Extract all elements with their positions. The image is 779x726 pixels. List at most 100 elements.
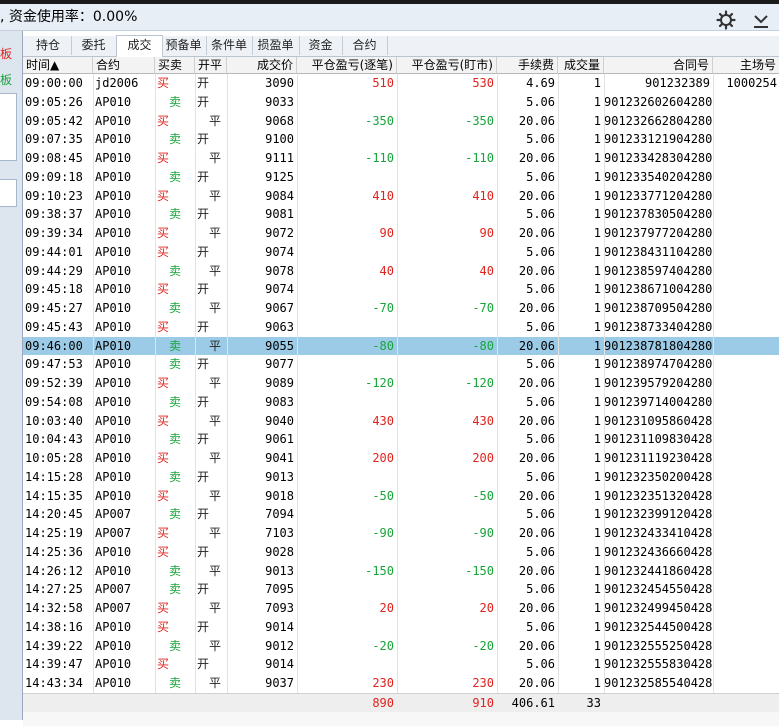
cell-contract: AP010 xyxy=(95,151,132,165)
left-panel-box[interactable] xyxy=(0,93,17,161)
cell-price: 9028 xyxy=(265,544,294,559)
cell-price: 9037 xyxy=(265,676,294,690)
header-col-fee[interactable]: 手续费 xyxy=(497,57,558,74)
table-row[interactable]: 10:04:43AP010卖开90615.0619012311098304280… xyxy=(23,430,779,449)
table-row[interactable]: 09:45:18 AP010 买 开 9074 5.06 19012386710042801… xyxy=(23,280,779,299)
cell-price: 9063 xyxy=(265,319,294,334)
table-row[interactable]: 09:08:45 AP010 买平 9111 -110 -110 20.06 1 9012334… xyxy=(23,149,779,168)
cell-qty: 1 xyxy=(593,94,601,109)
header-col-side[interactable]: 买卖 xyxy=(155,57,195,74)
table-row[interactable]: 09:45:27 AP010 卖平 9067 -70 -70 20.06 1 901238709… xyxy=(23,299,779,318)
cell-pnl-mark xyxy=(397,505,497,524)
cell-order-no: 9012323513204280366754 xyxy=(604,488,713,503)
table-row[interactable]: 10:05:28 AP010 买平 9041 200 200 20.06 1 901231119… xyxy=(23,449,779,468)
header-col-price[interactable]: 成交价 xyxy=(227,57,297,74)
table-row[interactable]: 14:26:12 AP010 卖平 9013 -150 -150 20.06 1 9012324… xyxy=(23,562,779,581)
cell-order-no: 9012323991204280375642 xyxy=(604,507,713,522)
tab-stop-orders[interactable]: 损盈单 xyxy=(252,36,300,55)
cell-qty: 1 xyxy=(593,488,601,503)
table-row[interactable]: 14:27:25AP007卖开70955.0619012324545504280… xyxy=(23,580,779,599)
cell-fee: 20.06 xyxy=(518,451,555,465)
table-row[interactable]: 14:43:34 AP010 卖平 9037 230 230 20.06 1 901232585… xyxy=(23,674,779,693)
table-row[interactable]: 14:32:58 AP007 买平 7093 20 20 20.06 1 90123249945… xyxy=(23,599,779,618)
table-row[interactable]: 14:25:19 AP007 买平 7103 -90 -90 20.06 1 901232433… xyxy=(23,524,779,543)
cell-contract: AP010 xyxy=(95,676,132,690)
cell-fee: 5.06 xyxy=(526,469,555,484)
cell-price: 9081 xyxy=(265,207,294,222)
download-icon[interactable] xyxy=(751,10,771,30)
header-col-pnl-mark-to-market[interactable]: 平仓盈亏(盯市) xyxy=(397,57,497,74)
table-row[interactable]: 09:47:53AP010卖开90775.0619012389747042801… xyxy=(23,355,779,374)
header-col-pnl-per-trade[interactable]: 平仓盈亏(逐笔) xyxy=(297,57,397,74)
cell-time: 09:07:35 xyxy=(25,132,83,147)
table-row[interactable]: 09:10:23 AP010 买平 9084 410 410 20.06 1 901233771… xyxy=(23,187,779,206)
cell-exch-no xyxy=(713,599,779,618)
column-divider xyxy=(297,74,298,711)
header-col-order-number[interactable]: 合同号 xyxy=(604,57,713,74)
cell-order-no: 9012324366604280382981 xyxy=(604,544,713,559)
cell-contract: AP010 xyxy=(95,619,132,634)
tab-positions[interactable]: 持仓 xyxy=(25,36,72,55)
cell-exch-no xyxy=(713,112,779,131)
table-row[interactable]: 09:00:00 jd2006 买 开 3090 510 530 4.69 1 901232389… xyxy=(23,74,779,93)
cell-price: 9100 xyxy=(265,132,294,147)
table-row[interactable]: 09:54:08AP010卖开90835.0619012397140042801… xyxy=(23,393,779,412)
header-col-contract[interactable]: 合约 xyxy=(93,57,155,74)
table-row[interactable]: 09:39:34 AP010 买平 9072 90 90 20.06 1 90123797720… xyxy=(23,224,779,243)
gear-icon[interactable] xyxy=(716,10,736,30)
tab-funds[interactable]: 资金 xyxy=(299,36,343,55)
table-row[interactable]: 09:38:37AP010卖开90815.0619012378305042801… xyxy=(23,205,779,224)
table-row[interactable]: 14:20:45AP007卖开70945.0619012323991204280… xyxy=(23,505,779,524)
cell-side: 买 xyxy=(157,319,170,334)
table-row[interactable]: 14:15:28AP010卖开90135.0619012323502004280… xyxy=(23,468,779,487)
table-row[interactable]: 10:03:40 AP010 买平 9040 430 430 20.06 1 901231095… xyxy=(23,412,779,431)
table-row[interactable]: 09:46:00 AP010 卖平 9055 -80 -80 20.06 1 901238781… xyxy=(23,336,779,356)
cell-contract: AP010 xyxy=(95,544,132,559)
cell-fee: 5.06 xyxy=(526,432,555,447)
total-qty: 33 xyxy=(586,695,601,710)
cell-qty: 1 xyxy=(593,207,601,222)
cell-time: 09:54:08 xyxy=(25,394,83,409)
cell-order-no: 9012310958604280161619 xyxy=(604,413,713,428)
cell-oc: 开 xyxy=(197,132,210,147)
cell-qty: 1 xyxy=(593,338,601,353)
table-row[interactable]: 14:25:36 AP010 买 开 9028 5.06 19012324366604280… xyxy=(23,543,779,562)
cell-contract: AP010 xyxy=(95,338,132,353)
cell-price: 9041 xyxy=(265,451,294,465)
table-row[interactable]: 09:09:18AP010卖开91255.0619012335402042800… xyxy=(23,168,779,187)
cell-contract: AP007 xyxy=(95,582,132,597)
column-divider xyxy=(93,74,94,711)
header-col-exchange-number[interactable]: 主场号 xyxy=(713,57,779,74)
table-row[interactable]: 09:07:35AP010卖开91005.0619012331219042800… xyxy=(23,130,779,149)
tab-orders[interactable]: 委托 xyxy=(71,36,117,55)
table-row[interactable]: 14:39:47 AP010 买 开 9014 5.06 19012325558304280… xyxy=(23,655,779,674)
cell-oc: 开 xyxy=(197,544,210,559)
left-panel-button[interactable] xyxy=(0,179,17,207)
tab-trades[interactable]: 成交 xyxy=(116,35,163,57)
tab-contracts[interactable]: 合约 xyxy=(342,36,388,55)
header-col-time[interactable]: 时间▲ xyxy=(23,57,93,74)
cell-oc: 开 xyxy=(197,432,210,447)
table-row[interactable]: 09:44:29 AP010 卖平 9078 40 40 20.06 1 90123859740… xyxy=(23,262,779,281)
header-col-quantity[interactable]: 成交量 xyxy=(558,57,604,74)
tab-prepared-orders[interactable]: 预备单 xyxy=(161,36,207,55)
table-row[interactable]: 14:39:22 AP010 卖平 9012 -20 -20 20.06 1 901232555… xyxy=(23,637,779,656)
cell-price: 9033 xyxy=(265,94,294,109)
cell-qty: 1 xyxy=(593,357,601,372)
cell-pnl-trade: -80 xyxy=(372,338,394,353)
table-row[interactable]: 14:38:16 AP010 买 开 9014 5.06 19012325445004280… xyxy=(23,618,779,637)
cell-qty: 1 xyxy=(593,526,601,540)
table-row[interactable]: 09:05:42 AP010 买平 9068 -350 -350 20.06 1 9012326… xyxy=(23,112,779,131)
table-row[interactable]: 09:52:39 AP010 买平 9089 -120 -120 20.06 1 9012395… xyxy=(23,374,779,393)
table-row[interactable]: 14:15:35 AP010 买平 9018 -50 -50 20.06 1 901232351… xyxy=(23,487,779,506)
header-col-open-close[interactable]: 开平 xyxy=(195,57,227,74)
tab-conditional-orders[interactable]: 条件单 xyxy=(206,36,253,55)
cell-pnl-mark: -350 xyxy=(465,113,494,128)
cell-qty: 1 xyxy=(593,469,601,484)
cell-contract: AP010 xyxy=(95,263,132,278)
table-row[interactable]: 09:45:43 AP010 买 开 9063 5.06 19012387334042801… xyxy=(23,318,779,337)
table-row[interactable]: 09:44:01 AP010 买 开 9074 5.06 19012384311042801… xyxy=(23,243,779,262)
cell-pnl-trade xyxy=(297,93,397,112)
table-row[interactable]: 09:05:26AP010卖开90335.0619012326026042800… xyxy=(23,93,779,112)
cell-qty: 1 xyxy=(593,226,601,240)
